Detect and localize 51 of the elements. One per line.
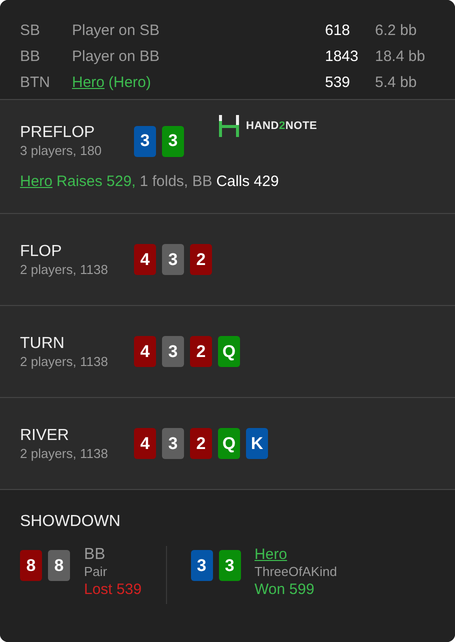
player-link[interactable]: Hero	[254, 546, 337, 563]
player-link[interactable]: Hero	[72, 72, 105, 94]
playing-card: Q	[218, 428, 240, 459]
playing-card: 8	[48, 550, 70, 581]
action-text: Raises 529,	[56, 173, 136, 190]
playing-card: 3	[162, 126, 184, 156]
player-name: Player on BB	[72, 47, 161, 67]
player-name: BB	[84, 546, 106, 563]
result-amount: Won 599	[254, 581, 316, 598]
playing-card: K	[246, 428, 268, 459]
player-link[interactable]: Hero	[20, 173, 53, 190]
result-amount: Lost 539	[84, 581, 142, 598]
playing-card: Q	[218, 336, 240, 367]
stack-bb: 5.4 bb	[375, 73, 418, 93]
seat-position: BB	[20, 47, 42, 67]
street-info: 2 players, 1138	[20, 354, 109, 370]
street-info: 3 players, 180	[20, 143, 103, 159]
playing-card: 3	[162, 244, 184, 275]
hero-tag: (Hero)	[108, 72, 152, 94]
street-title: FLOP	[20, 242, 63, 262]
playing-card: 3	[162, 428, 184, 459]
playing-card: 2	[190, 428, 212, 459]
street-info: 2 players, 1138	[20, 446, 109, 462]
playing-card: 2	[190, 336, 212, 367]
hand-rank: Pair	[84, 563, 108, 581]
street-title: TURN	[20, 334, 66, 354]
action-text: Calls 429	[216, 173, 279, 190]
playing-card: 2	[190, 244, 212, 275]
playing-card: 4	[134, 336, 156, 367]
stack-amount: 539	[325, 73, 352, 93]
street-info: 2 players, 1138	[20, 262, 109, 278]
hand-rank: ThreeOfAKind	[254, 563, 337, 581]
playing-card: 3	[190, 550, 213, 581]
logo-text: HAND2NOTE	[246, 120, 318, 132]
stack-bb: 6.2 bb	[375, 21, 418, 41]
stack-bb: 18.4 bb	[375, 47, 426, 67]
seat-position: SB	[20, 21, 42, 41]
stack-amount: 618	[325, 21, 352, 41]
player-name: Player on SB	[72, 21, 161, 41]
street-title: RIVER	[20, 426, 70, 446]
stack-amount: 1843	[325, 47, 360, 67]
action-text: 1 folds, BB	[140, 173, 212, 190]
playing-card: 4	[134, 244, 156, 275]
playing-card: 8	[20, 550, 42, 581]
seat-position: BTN	[20, 73, 51, 93]
playing-card: 3	[218, 550, 241, 581]
playing-card: 3	[134, 126, 156, 156]
showdown-title: SHOWDOWN	[20, 512, 122, 532]
playing-card: 4	[134, 428, 156, 459]
playing-card: 3	[162, 336, 184, 367]
street-title: PREFLOP	[20, 123, 96, 143]
